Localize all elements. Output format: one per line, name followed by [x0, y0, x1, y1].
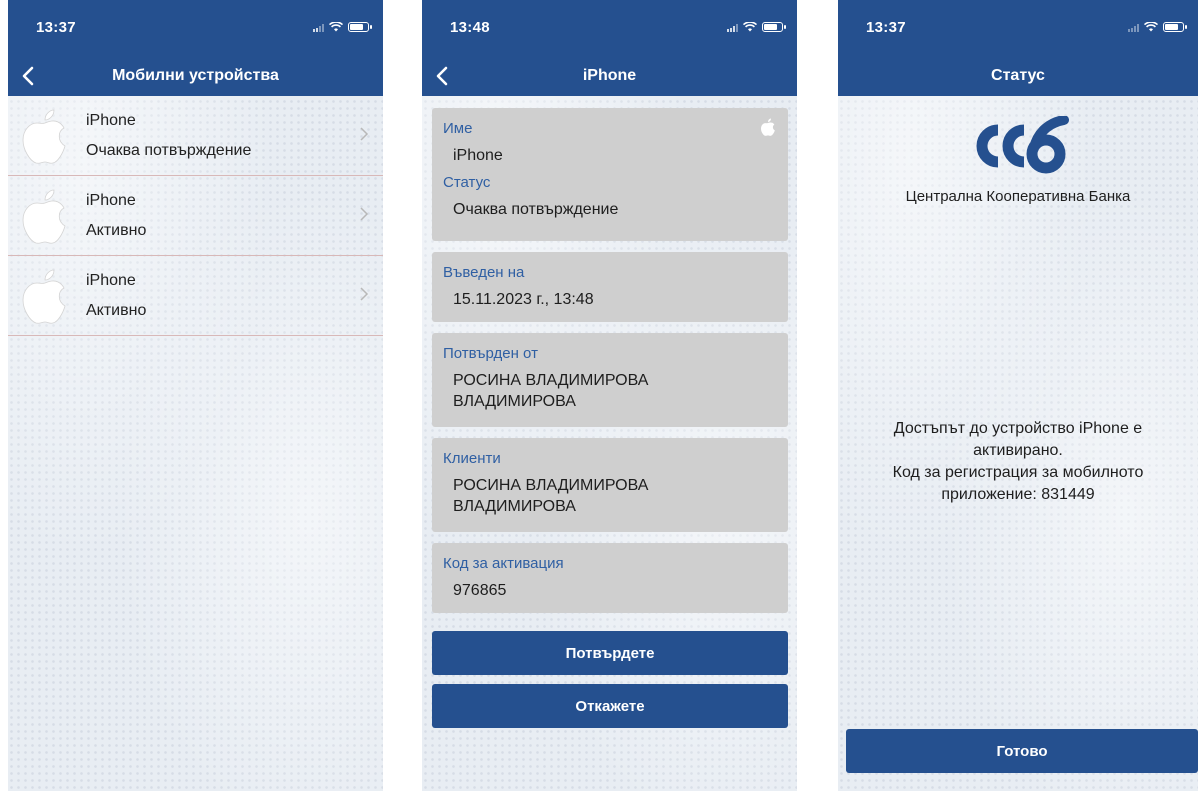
device-name: iPhone [86, 112, 136, 129]
battery-icon [762, 22, 786, 32]
status-screen: 13:37 Статус Централна Кооперативна Банк… [838, 0, 1198, 791]
done-button[interactable]: Готово [846, 729, 1198, 773]
device-list-item[interactable]: iPhone Активно [8, 176, 383, 256]
system-icons [313, 22, 372, 32]
clients-value-line: РОСИНА ВЛАДИМИРОВА [453, 477, 649, 494]
apple-logo-icon [761, 118, 775, 136]
activation-code-card: Код за активация 976865 [432, 543, 788, 613]
status-bar: 13:37 [8, 0, 383, 56]
battery-icon [1163, 22, 1187, 32]
signal-icon [313, 23, 324, 32]
apple-icon [22, 269, 66, 324]
confirmed-value: РОСИНА ВЛАДИМИРОВА ВЛАДИМИРОВА [443, 370, 777, 412]
wifi-icon [329, 22, 343, 32]
nav-bar: Мобилни устройства [8, 56, 383, 96]
nav-bar: iPhone [422, 56, 797, 96]
status-value: Очаква потвърждение [453, 201, 619, 218]
apple-icon [22, 109, 66, 164]
message-line: приложение: 831449 [941, 486, 1095, 503]
device-status: Очаква потвърждение [86, 142, 252, 159]
device-details-screen: 13:48 iPhone Име iPhone Статус Очаква по… [422, 0, 797, 791]
clients-value: РОСИНА ВЛАДИМИРОВА ВЛАДИМИРОВА [443, 475, 777, 517]
device-status: Активно [86, 222, 147, 239]
chevron-left-icon [436, 66, 448, 86]
name-value: iPhone [453, 147, 503, 164]
confirmed-by-card: Потвърден от РОСИНА ВЛАДИМИРОВА ВЛАДИМИР… [432, 333, 788, 427]
apple-icon [22, 189, 66, 244]
page-title: Статус [991, 67, 1045, 84]
entered-value: 15.11.2023 г., 13:48 [453, 291, 594, 308]
chevron-right-icon [360, 207, 369, 221]
name-label: Име [443, 120, 473, 137]
confirmed-value-line: РОСИНА ВЛАДИМИРОВА [453, 372, 649, 389]
battery-icon [348, 22, 372, 32]
status-bar: 13:48 [422, 0, 797, 56]
signal-icon [727, 23, 738, 32]
confirm-button[interactable]: Потвърдете [432, 631, 788, 675]
nav-bar: Статус [838, 56, 1198, 96]
devices-list-screen: 13:37 Мобилни устройства iPhone Очаква п… [8, 0, 383, 791]
wifi-icon [1144, 22, 1158, 32]
device-list-item[interactable]: iPhone Активно [8, 256, 383, 336]
device-name: iPhone [86, 192, 136, 209]
wifi-icon [743, 22, 757, 32]
clock: 13:48 [450, 19, 490, 36]
entered-label: Въведен на [443, 264, 525, 281]
chevron-left-icon [22, 66, 34, 86]
confirmed-value-line: ВЛАДИМИРОВА [453, 393, 576, 410]
code-value: 976865 [453, 582, 507, 599]
signal-icon [1128, 23, 1139, 32]
clock: 13:37 [36, 19, 76, 36]
page-title: Мобилни устройства [112, 67, 279, 84]
clients-card: Клиенти РОСИНА ВЛАДИМИРОВА ВЛАДИМИРОВА [432, 438, 788, 532]
clock: 13:37 [866, 19, 906, 36]
code-label: Код за активация [443, 555, 564, 572]
message-line: активирано. [973, 442, 1063, 459]
page-title: iPhone [582, 67, 637, 84]
device-list-item[interactable]: iPhone Очаква потвърждение [8, 96, 383, 176]
back-button[interactable] [10, 56, 46, 96]
activation-message: Достъпът до устройство iPhone е активира… [858, 418, 1178, 506]
message-line: Достъпът до устройство iPhone е [893, 420, 1143, 437]
bank-name: Централна Кооперативна Банка [905, 188, 1131, 205]
chevron-right-icon [360, 127, 369, 141]
message-line: Код за регистрация за мобилното [892, 464, 1144, 481]
device-info-card: Име iPhone Статус Очаква потвърждение [432, 108, 788, 241]
system-icons [1128, 22, 1187, 32]
clients-label: Клиенти [443, 450, 501, 467]
back-button[interactable] [424, 56, 460, 96]
device-name: iPhone [86, 272, 136, 289]
status-bar: 13:37 [838, 0, 1198, 56]
chevron-right-icon [360, 287, 369, 301]
bank-logo-icon [976, 116, 1069, 174]
entered-on-card: Въведен на 15.11.2023 г., 13:48 [432, 252, 788, 322]
confirmed-label: Потвърден от [443, 345, 538, 362]
device-status: Активно [86, 302, 147, 319]
status-label: Статус [443, 174, 491, 191]
system-icons [727, 22, 786, 32]
clients-value-line: ВЛАДИМИРОВА [453, 498, 576, 515]
cancel-button[interactable]: Откажете [432, 684, 788, 728]
